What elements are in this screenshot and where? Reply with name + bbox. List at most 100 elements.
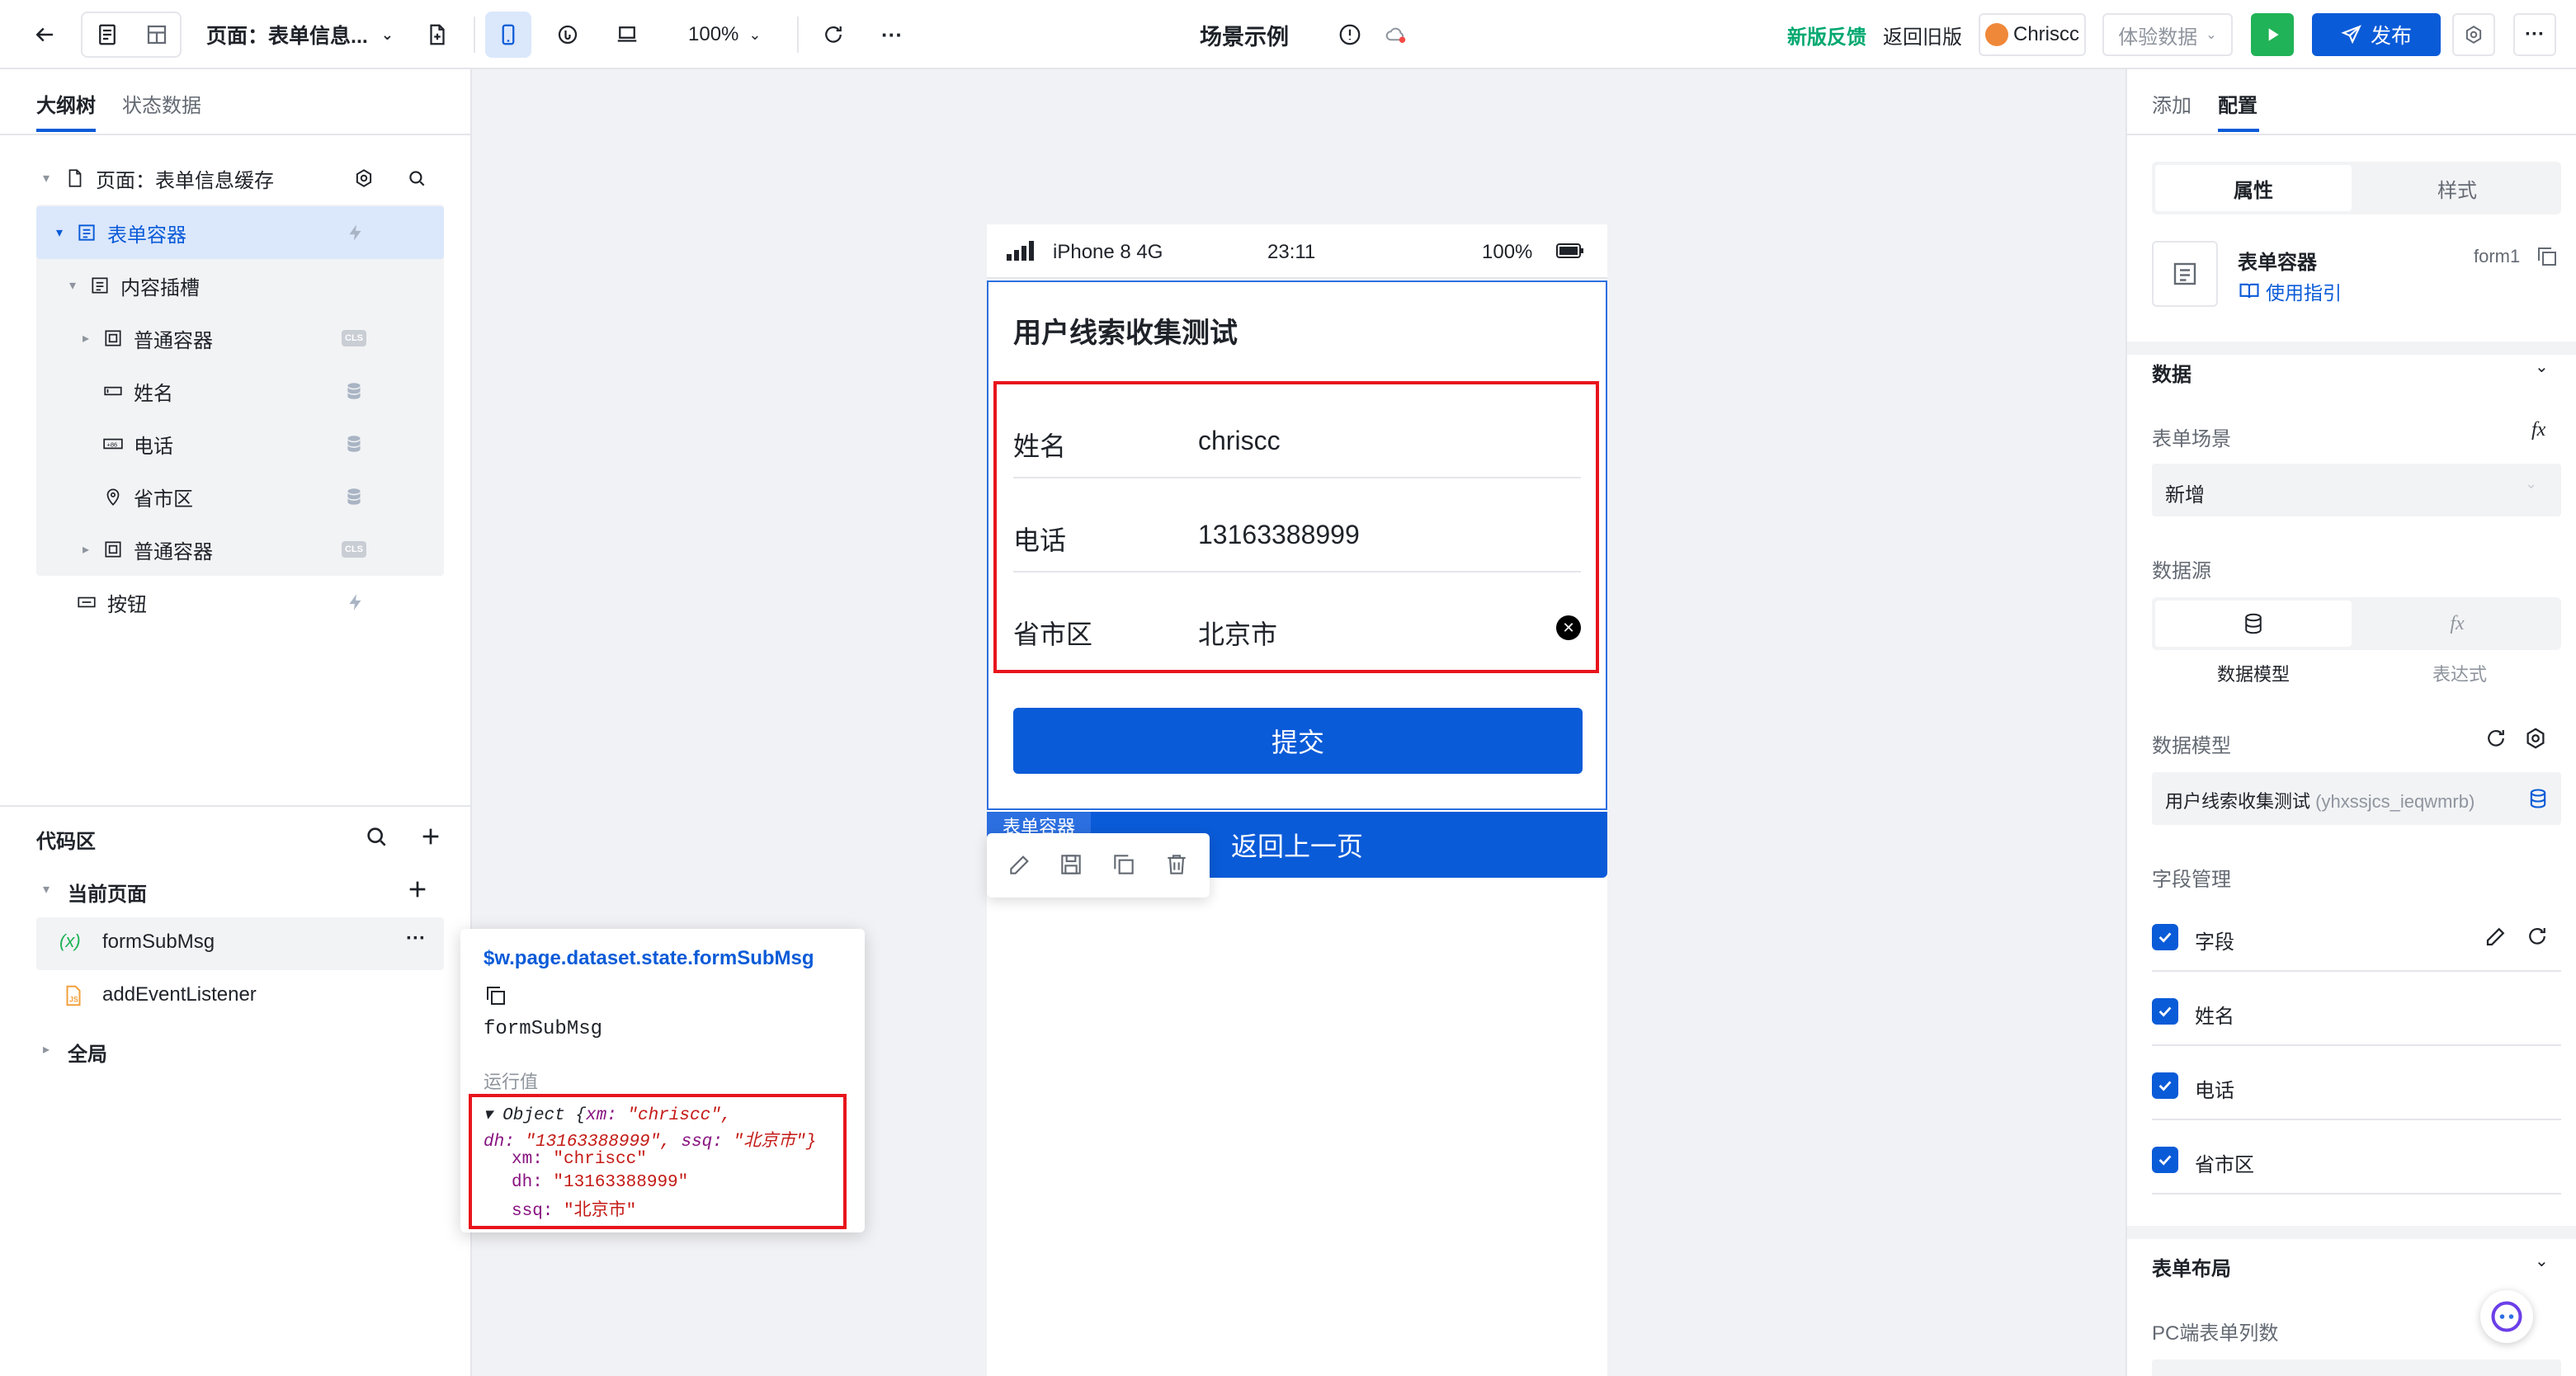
edit-icon[interactable]	[1007, 851, 1033, 878]
tree-item-button[interactable]: 按钮	[36, 576, 444, 629]
return-old-link[interactable]: 返回旧版	[1883, 12, 1962, 58]
refresh-icon[interactable]	[810, 12, 856, 58]
field-input-name[interactable]: chriscc	[1198, 426, 1281, 456]
submit-button[interactable]: 提交	[1013, 708, 1583, 774]
back-arrow-icon[interactable]	[21, 12, 68, 58]
tree-item-form-container[interactable]: ▾ 表单容器	[36, 206, 444, 259]
tree-item-container-1[interactable]: ▸ 普通容器 CLS	[36, 312, 444, 365]
field-row-all[interactable]: 字段	[2152, 902, 2561, 972]
field-row-name[interactable]: 姓名 chriscc	[1013, 399, 1581, 478]
miniprogram-view-icon[interactable]	[545, 12, 591, 58]
subtab-properties[interactable]: 属性	[2155, 165, 2352, 211]
experience-data-dropdown[interactable]: 体验数据 ⌄	[2102, 13, 2233, 56]
form-layout-title[interactable]: 表单布局	[2152, 1252, 2231, 1281]
page-icon[interactable]	[84, 12, 130, 58]
add-page-icon[interactable]	[414, 12, 460, 58]
chevron-down-icon: ⌄	[2206, 28, 2217, 42]
caret-right-icon[interactable]: ▸	[43, 1041, 50, 1058]
tab-add[interactable]: 添加	[2152, 89, 2191, 118]
caret-down-icon[interactable]: ▾	[43, 881, 50, 898]
form-scene-select[interactable]: 新增 ⌄	[2152, 464, 2561, 516]
user-menu[interactable]: Chriscc	[1979, 13, 2086, 56]
layout-icon[interactable]	[134, 12, 180, 58]
settings-icon[interactable]	[353, 167, 375, 189]
field-row-region[interactable]: 省市区 北京市 ✕	[1013, 587, 1581, 667]
run-button[interactable]	[2251, 13, 2294, 56]
caret-down-icon[interactable]: ▾	[43, 170, 50, 186]
save-icon[interactable]	[1058, 851, 1084, 878]
section-spacer	[2127, 1226, 2576, 1239]
data-source-model-option[interactable]	[2155, 601, 2352, 647]
code-item-addEventListener[interactable]: JS addEventListener	[36, 970, 444, 1023]
tree-item-container-2[interactable]: ▸ 普通容器 CLS	[36, 523, 444, 576]
field-input-region[interactable]: 北京市	[1198, 614, 1277, 652]
lightning-icon[interactable]	[345, 222, 366, 243]
field-row-phone-check[interactable]: 电话	[2152, 1049, 2561, 1120]
object-value: "chriscc",	[627, 1106, 732, 1125]
info-icon[interactable]	[1327, 12, 1373, 58]
copy-icon[interactable]	[1111, 851, 1137, 878]
app-title: 场景示例	[1200, 24, 1289, 49]
usage-guide-link[interactable]: 使用指引	[2238, 277, 2342, 305]
field-row-name-check[interactable]: 姓名	[2152, 975, 2561, 1046]
copy-icon[interactable]	[2535, 244, 2559, 269]
page-selector[interactable]: 页面：表单信息... ⌄	[206, 12, 394, 58]
copy-icon[interactable]	[484, 983, 508, 1008]
checkbox-checked-icon[interactable]	[2152, 924, 2178, 950]
tree-item-page[interactable]: ▾ 页面：表单信息缓存	[36, 152, 444, 205]
settings-icon[interactable]	[2452, 13, 2495, 56]
global-label[interactable]: 全局	[68, 1038, 107, 1067]
more-icon[interactable]: ···	[881, 12, 903, 58]
checkbox-checked-icon[interactable]	[2152, 1072, 2178, 1099]
search-icon[interactable]	[406, 167, 427, 189]
caret-right-icon[interactable]: ▸	[83, 541, 89, 558]
tab-state-data[interactable]: 状态数据	[122, 89, 201, 118]
settings-icon[interactable]	[2523, 726, 2548, 751]
mobile-view-icon[interactable]	[485, 12, 531, 58]
tree-item-phone[interactable]: +86 电话	[36, 417, 444, 470]
feedback-link[interactable]: 新版反馈	[1787, 12, 1866, 58]
delete-icon[interactable]	[1163, 851, 1190, 878]
lightning-icon[interactable]	[345, 591, 366, 613]
tree-item-name[interactable]: 姓名	[36, 365, 444, 417]
edit-icon[interactable]	[2484, 924, 2508, 949]
add-icon[interactable]	[418, 823, 444, 850]
caret-down-icon[interactable]: ▾	[56, 224, 63, 241]
checkbox-checked-icon[interactable]	[2152, 998, 2178, 1025]
fx-icon[interactable]: fx	[2531, 419, 2545, 441]
field-management-label: 字段管理	[2152, 869, 2231, 891]
tree-item-region[interactable]: 省市区	[36, 470, 444, 523]
field-input-phone[interactable]: 13163388999	[1198, 520, 1360, 550]
data-model-select[interactable]: 用户线索收集测试 (yhxssjcs_ieqwmrb)	[2152, 772, 2561, 825]
caret-down-icon[interactable]: ▾	[69, 277, 76, 294]
more-icon[interactable]: ···	[406, 927, 426, 950]
data-section-title[interactable]: 数据	[2152, 358, 2191, 387]
phone-preview: iPhone 8 4G 23:11 100% 用户线索收集测试 姓名 chris…	[987, 224, 1607, 1376]
assistant-icon[interactable]	[2480, 1290, 2533, 1343]
field-row-region-check[interactable]: 省市区	[2152, 1124, 2561, 1195]
publish-button[interactable]: 发布	[2312, 13, 2441, 56]
clear-icon[interactable]: ✕	[1556, 615, 1581, 640]
object-summary-line1[interactable]: ▾ Object {xm: "chriscc",	[484, 1104, 731, 1125]
tab-config[interactable]: 配置	[2218, 89, 2258, 118]
subtab-style[interactable]: 样式	[2357, 165, 2558, 211]
data-source-expr-option[interactable]: fx	[2357, 601, 2558, 647]
pc-columns-select[interactable]	[2152, 1360, 2561, 1376]
search-icon[interactable]	[363, 823, 389, 850]
zoom-selector[interactable]: 100% ⌄	[688, 12, 761, 58]
desktop-view-icon[interactable]	[604, 12, 650, 58]
refresh-icon[interactable]	[2525, 924, 2550, 949]
current-page-label[interactable]: 当前页面	[68, 878, 147, 907]
tab-outline-tree[interactable]: 大纲树	[36, 89, 96, 118]
more-menu-icon[interactable]: ···	[2513, 13, 2556, 56]
code-item-formSubMsg[interactable]: (x) formSubMsg ···	[36, 917, 444, 970]
chevron-down-icon[interactable]: ⌄	[2535, 1251, 2549, 1271]
refresh-icon[interactable]	[2484, 726, 2508, 751]
class-badge-icon: CLS	[342, 541, 366, 558]
caret-right-icon[interactable]: ▸	[83, 330, 89, 346]
field-row-phone[interactable]: 电话 13163388999	[1013, 493, 1581, 573]
chevron-down-icon[interactable]: ⌄	[2535, 356, 2549, 377]
add-icon[interactable]	[404, 876, 431, 902]
checkbox-checked-icon[interactable]	[2152, 1147, 2178, 1173]
tree-item-content-slot[interactable]: ▾ 内容插槽	[36, 259, 444, 312]
